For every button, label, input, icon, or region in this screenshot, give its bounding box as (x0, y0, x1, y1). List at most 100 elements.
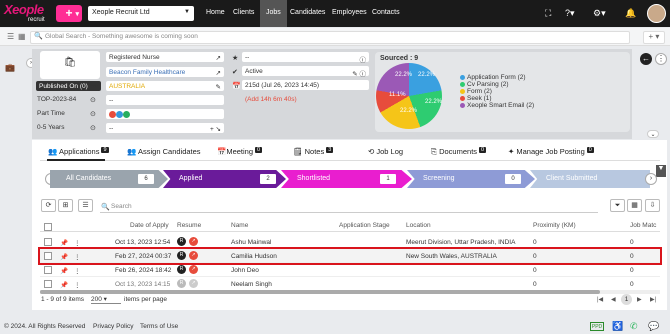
more-icon[interactable]: ⋮ (74, 253, 81, 261)
resume-icon[interactable]: R (177, 265, 186, 274)
stage-screening[interactable]: Screening 0 (407, 170, 535, 188)
filter-icon[interactable]: ⏷ (610, 199, 625, 212)
horizontal-scrollbar[interactable] (40, 290, 660, 294)
stage-shortlisted[interactable]: Shortlisted 1 (281, 170, 412, 188)
more-button[interactable]: ⋮ (655, 53, 667, 65)
status-field[interactable]: Active ✎ ⓘ (242, 66, 369, 78)
resume-icon[interactable]: R (177, 279, 186, 288)
next-stage-button[interactable]: › (645, 173, 657, 185)
page-size-select[interactable]: 200 ▾ (91, 295, 121, 304)
pin-icon[interactable]: 📌 (60, 281, 68, 289)
nav-home[interactable]: Home (206, 9, 225, 16)
nav-clients[interactable]: Clients (233, 9, 254, 16)
back-button[interactable]: ← (640, 53, 652, 65)
table-search-input[interactable]: Search (111, 203, 591, 210)
accessibility-icon[interactable]: ♿ (612, 321, 623, 332)
col-name[interactable]: Name (231, 222, 248, 229)
search-input[interactable]: Global Search - Something awesome is com… (30, 31, 630, 44)
nav-employees[interactable]: Employees (332, 9, 367, 16)
nav-jobs[interactable]: Jobs (260, 0, 287, 27)
client-field[interactable]: Beacon Family Healthcare ↗ (106, 67, 224, 77)
resume-icon[interactable]: R (177, 237, 186, 246)
col-resume[interactable]: Resume (177, 222, 201, 229)
filter-icon[interactable]: ▼ (656, 165, 666, 177)
pin-icon[interactable]: 📌 (60, 239, 68, 247)
chat-icon[interactable]: 💬 (648, 321, 659, 332)
tab-notes[interactable]: 🗒 Notes 3 (293, 147, 334, 156)
avatar[interactable] (647, 4, 666, 23)
team-field[interactable] (106, 109, 224, 119)
stage-applied[interactable]: Applied 2 (163, 170, 286, 188)
table-row[interactable]: 📌 ⋮ Feb 27, 2024 00:37 R ↗ Camilia Hudso… (38, 247, 662, 265)
pin-icon[interactable]: 📌 (60, 253, 68, 261)
nav-contacts[interactable]: Contacts (372, 9, 400, 16)
chart-icon[interactable]: 〰 (91, 81, 98, 91)
row-checkbox[interactable] (44, 280, 52, 288)
table-row[interactable]: 📌 ⋮ Oct 13, 2023 12:54 R ↗ Ashu Mainwal … (40, 235, 660, 249)
refresh-button[interactable]: ⟳ (41, 199, 56, 212)
table-row[interactable]: 📌 ⋮ Feb 26, 2024 18:42 R ↗ John Deo 0 0 (40, 263, 660, 277)
select-all-checkbox[interactable] (44, 223, 52, 231)
tab-assign-candidates[interactable]: 👥 Assign Candidates (127, 147, 201, 156)
columns-button[interactable]: ☰ (78, 199, 93, 212)
help-icon[interactable]: ?▾ (565, 8, 575, 19)
nav-candidates[interactable]: Candidates (290, 9, 325, 16)
edit-icon[interactable]: ✎ ⓘ (352, 68, 366, 78)
add-search-button[interactable]: + ▾ (643, 31, 665, 44)
grid-view-icon[interactable]: ▦ (627, 199, 642, 212)
share-icon[interactable]: ↗ (189, 279, 198, 288)
col-job-match[interactable]: Job Matc (630, 222, 656, 229)
row-checkbox[interactable] (44, 266, 52, 274)
export-icon[interactable]: ⇩ (645, 199, 660, 212)
gear-icon[interactable]: ⚙▾ (593, 8, 606, 19)
bulk-action-button[interactable]: ⊞ (58, 199, 73, 212)
whatsapp-icon[interactable]: ✆ (630, 321, 638, 332)
briefcase-icon[interactable]: 💼 (5, 63, 15, 72)
name-cell[interactable]: John Deo (231, 267, 259, 274)
resume-icon[interactable]: R (177, 251, 186, 260)
tab-meeting[interactable]: 📅Meeting 0 (217, 147, 263, 156)
location-field[interactable]: AUSTRALIA ✎ (106, 81, 224, 91)
table-row[interactable]: 📌 ⋮ Oct 13, 2023 14:15 R ↗ Neelam Singh … (40, 277, 660, 291)
grid-icon[interactable]: ▦ (18, 32, 26, 41)
name-cell[interactable]: Camilia Hudson (231, 253, 277, 260)
first-page-button[interactable]: |◀ (597, 296, 603, 303)
tab-job-log[interactable]: ⟲ Job Log (368, 147, 403, 156)
col-location[interactable]: Location (406, 222, 431, 229)
pin-icon[interactable]: 📌 (60, 267, 68, 275)
more-icon[interactable]: ⋮ (74, 267, 81, 275)
more-icon[interactable]: ⋮ (74, 239, 81, 247)
row-checkbox[interactable] (44, 252, 52, 260)
next-page-button[interactable]: ▶ (637, 296, 642, 303)
list-icon[interactable]: ☰ (7, 32, 14, 41)
tab-manage-job-posting[interactable]: ✦ Manage Job Posting 0 (508, 147, 594, 156)
share-icon[interactable]: ↗ (189, 265, 198, 274)
link-icon[interactable]: ↗ (216, 69, 221, 77)
privacy-link[interactable]: Privacy Policy (93, 323, 133, 330)
prev-page-button[interactable]: ◀ (611, 296, 616, 303)
terms-link[interactable]: Terms of Use (140, 323, 178, 330)
col-date[interactable]: Date of Apply (130, 222, 169, 229)
org-select[interactable]: Xeople Recruit Ltd ▼ (88, 6, 194, 21)
info-icon[interactable]: ⓘ (360, 54, 367, 64)
col-proximity[interactable]: Proximity (KM) (533, 222, 576, 229)
share-icon[interactable]: ↗ (189, 251, 198, 260)
fullscreen-icon[interactable]: ⛶ (545, 8, 551, 19)
stage-client-submitted[interactable]: Client Submitted (530, 170, 650, 188)
tab-documents[interactable]: ⎘ Documents 0 (431, 147, 487, 157)
logo[interactable]: Xeople recruit (4, 2, 52, 24)
job-title-field[interactable]: Registered Nurse ↗ (106, 52, 224, 62)
col-stage[interactable]: Application Stage (339, 222, 390, 229)
row-checkbox[interactable] (44, 238, 52, 246)
stage-all-candidates[interactable]: All Candidates 6 (50, 170, 168, 188)
bell-icon[interactable]: 🔔 (625, 8, 636, 19)
tab-applications[interactable]: 👥 Applications 9 (48, 147, 109, 156)
chevron-down-icon[interactable]: ⌄ (647, 130, 659, 138)
last-page-button[interactable]: ▶| (650, 296, 656, 303)
add-button[interactable]: + ▾ (56, 5, 82, 22)
current-page[interactable]: 1 (621, 294, 632, 305)
link-icon[interactable]: ↗ (216, 54, 221, 62)
edit-icon[interactable]: ✎ (216, 83, 221, 91)
share-icon[interactable]: ↗ (189, 237, 198, 246)
name-cell[interactable]: Neelam Singh (231, 281, 272, 288)
